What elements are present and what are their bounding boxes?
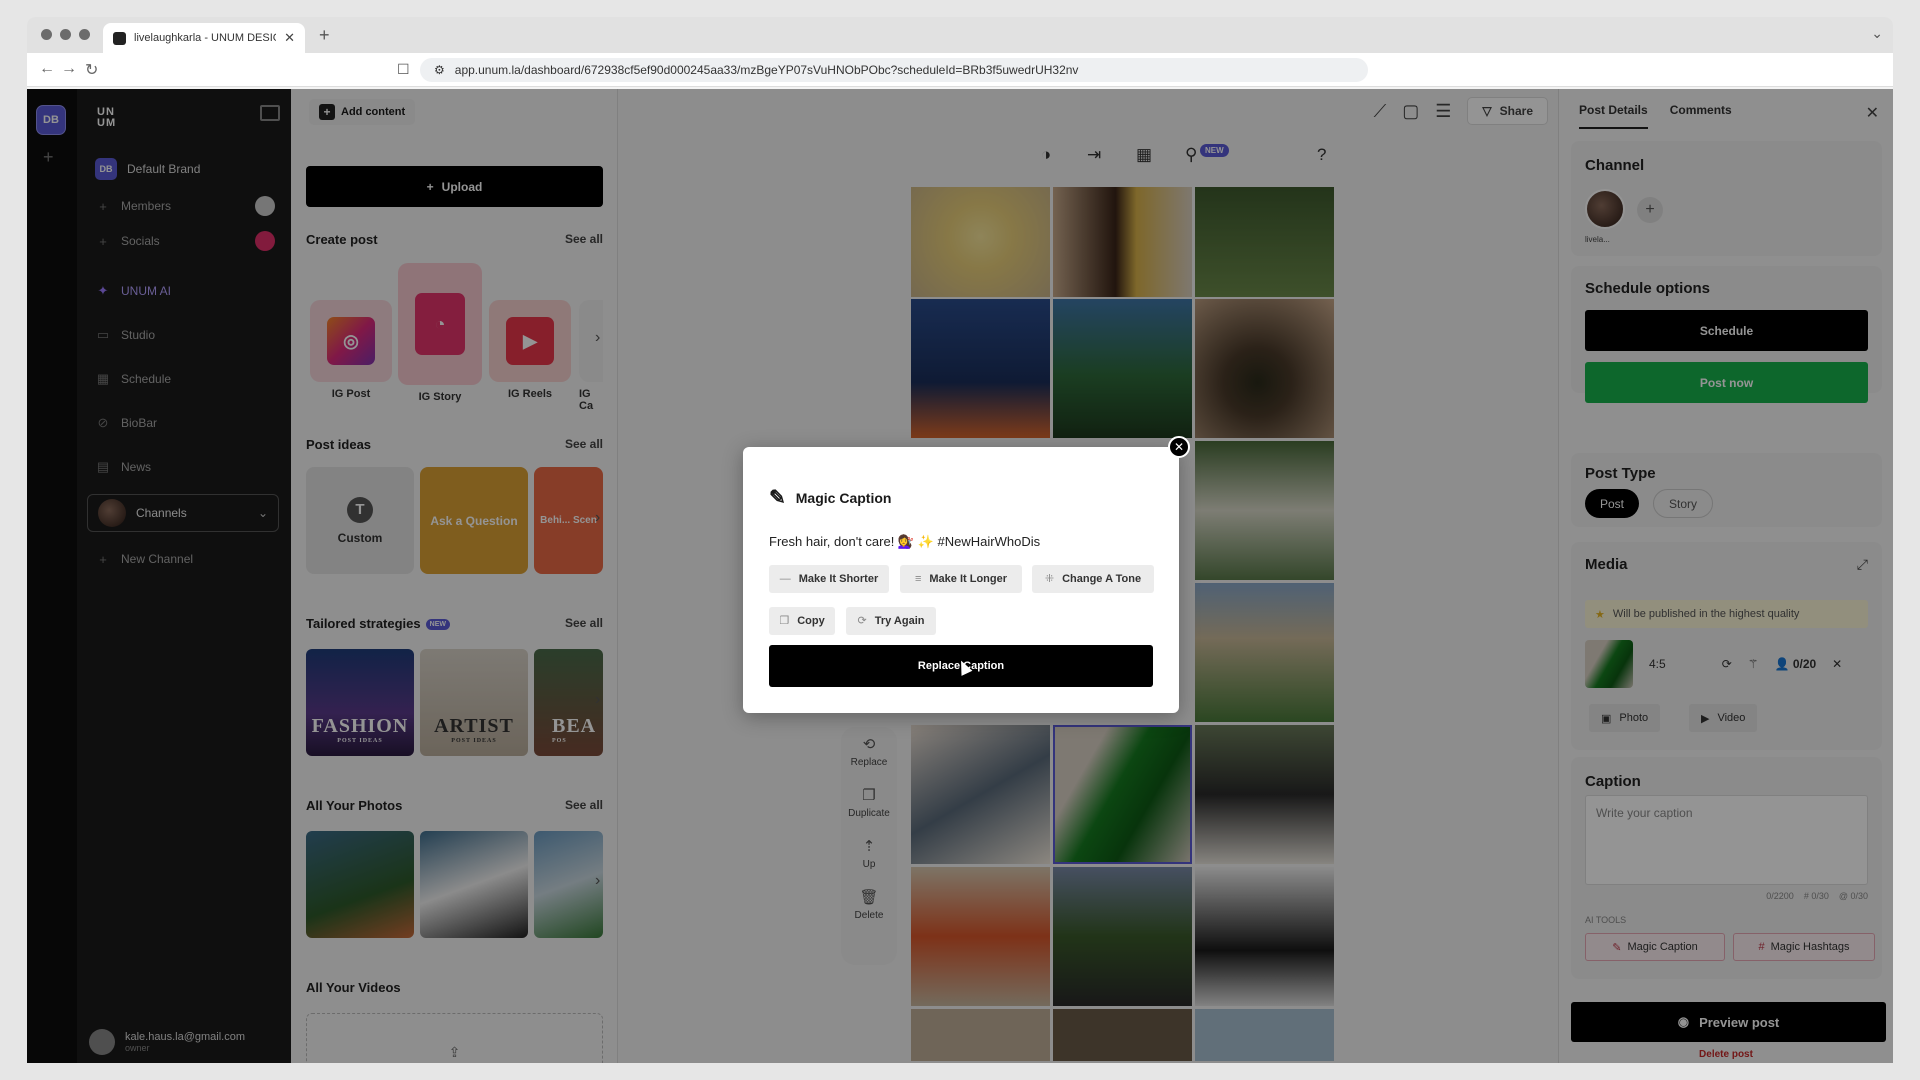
- tab-bar: livelaughkarla - UNUM DESIG ✕ + ⌄: [27, 17, 1893, 53]
- try-again-button[interactable]: ⟳ Try Again: [846, 607, 936, 635]
- window-controls[interactable]: [41, 29, 90, 40]
- make-longer-button[interactable]: ≡ Make It Longer: [900, 565, 1022, 593]
- modal-close-icon[interactable]: ✕: [1168, 436, 1190, 458]
- copy-button[interactable]: ❐ Copy: [769, 607, 835, 635]
- reload-icon[interactable]: ↻: [85, 60, 98, 80]
- url-field[interactable]: ⚙ app.unum.la/dashboard/672938cf5ef90d00…: [420, 58, 1368, 82]
- magic-caption-icon: ✎: [769, 487, 786, 509]
- make-shorter-label: Make It Shorter: [798, 572, 879, 585]
- modal-title-text: Magic Caption: [795, 489, 892, 506]
- site-settings-icon[interactable]: ⚙: [434, 63, 445, 77]
- generated-caption: Fresh hair, don't care! 💇‍♀️ ✨ #NewHairW…: [769, 534, 1041, 549]
- retry-icon: ⟳: [857, 614, 867, 627]
- new-tab-icon[interactable]: +: [319, 25, 330, 46]
- tab-close-icon[interactable]: ✕: [284, 30, 295, 46]
- copy-icon: ❐: [779, 614, 790, 627]
- bookmark-icon[interactable]: ☐: [397, 61, 410, 78]
- longer-icon: ≡: [914, 572, 922, 585]
- change-tone-button[interactable]: ⁜ Change A Tone: [1032, 565, 1154, 593]
- copy-label: Copy: [797, 614, 825, 627]
- url-text: app.unum.la/dashboard/672938cf5ef90d0002…: [454, 63, 1079, 77]
- modal-title: ✎ Magic Caption: [769, 485, 891, 510]
- shorter-icon: —: [779, 572, 791, 585]
- back-icon[interactable]: ←: [39, 60, 55, 78]
- try-again-label: Try Again: [874, 614, 925, 627]
- make-longer-label: Make It Longer: [929, 572, 1008, 585]
- tab-list-chevron-icon[interactable]: ⌄: [1871, 25, 1883, 42]
- make-shorter-button[interactable]: — Make It Shorter: [769, 565, 889, 593]
- tab-title: livelaughkarla - UNUM DESIG: [134, 32, 277, 44]
- site-favicon-icon: [113, 31, 126, 45]
- change-tone-label: Change A Tone: [1062, 572, 1142, 585]
- address-bar: ← → ↻ ☐ ⚙ app.unum.la/dashboard/672938cf…: [27, 53, 1893, 87]
- forward-icon[interactable]: →: [61, 60, 77, 78]
- tone-icon: ⁜: [1044, 572, 1055, 585]
- browser-tab[interactable]: livelaughkarla - UNUM DESIG ✕: [103, 23, 305, 53]
